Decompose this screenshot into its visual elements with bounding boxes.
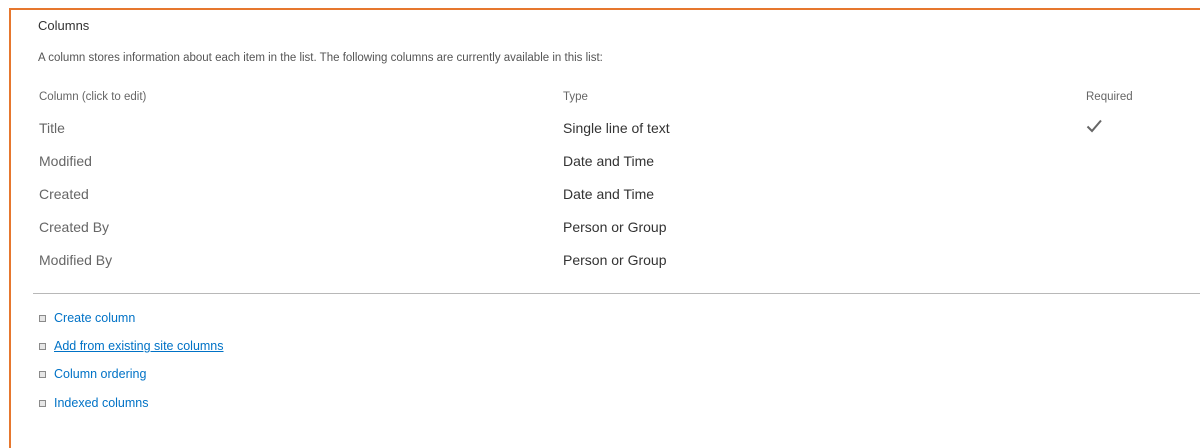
column-type: Date and Time bbox=[563, 186, 655, 202]
table-row: Created Date and Time bbox=[0, 186, 1200, 216]
section-description: A column stores information about each i… bbox=[38, 52, 603, 64]
column-type: Date and Time bbox=[563, 153, 655, 169]
create-column-link[interactable]: Create column bbox=[54, 311, 135, 325]
column-type: Person or Group bbox=[563, 252, 667, 268]
column-type: Person or Group bbox=[563, 219, 667, 235]
table-row: Title Single line of text bbox=[0, 119, 1200, 150]
table-row: Modified Date and Time bbox=[0, 153, 1200, 183]
column-name-link[interactable]: Created bbox=[39, 186, 89, 202]
column-header-name: Column (click to edit) bbox=[39, 91, 147, 103]
section-divider bbox=[33, 293, 1200, 294]
column-name-link[interactable]: Modified By bbox=[39, 252, 112, 268]
section-title: Columns bbox=[38, 18, 90, 33]
column-ordering-link[interactable]: Column ordering bbox=[54, 367, 146, 381]
column-type: Single line of text bbox=[563, 120, 670, 136]
bullet-icon bbox=[39, 315, 46, 322]
column-name-link[interactable]: Title bbox=[39, 120, 65, 136]
column-header-type: Type bbox=[563, 91, 588, 103]
column-name-link[interactable]: Modified bbox=[39, 153, 92, 169]
table-row: Modified By Person or Group bbox=[0, 252, 1200, 282]
add-from-existing-site-columns-link[interactable]: Add from existing site columns bbox=[54, 339, 224, 353]
table-row: Created By Person or Group bbox=[0, 219, 1200, 249]
column-name-link[interactable]: Created By bbox=[39, 219, 109, 235]
bullet-icon bbox=[39, 371, 46, 378]
bullet-icon bbox=[39, 400, 46, 407]
column-header-required: Required bbox=[1086, 91, 1133, 103]
bullet-icon bbox=[39, 343, 46, 350]
checkmark-icon bbox=[1086, 119, 1102, 133]
indexed-columns-link[interactable]: Indexed columns bbox=[54, 396, 149, 410]
